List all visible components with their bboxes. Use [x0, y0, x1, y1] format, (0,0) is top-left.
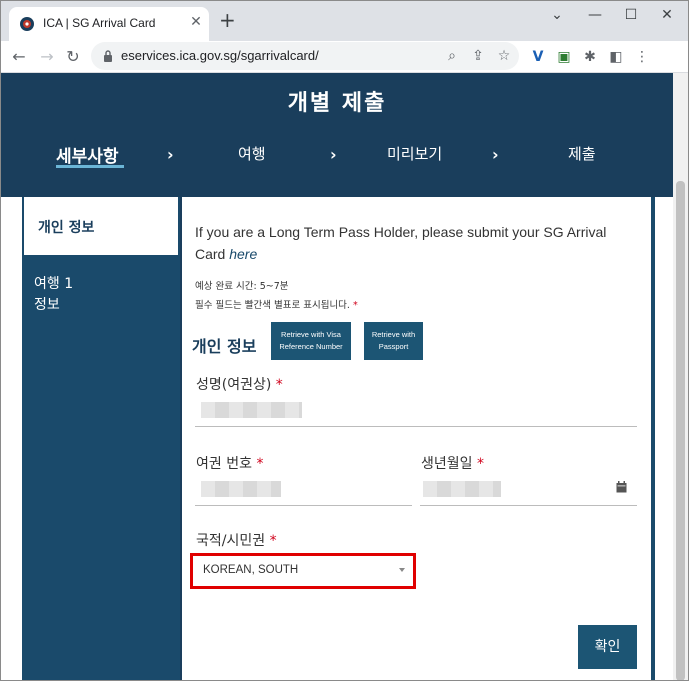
- reload-button[interactable]: ↻: [63, 47, 83, 67]
- lock-icon: [104, 50, 112, 62]
- sidebar-item-personal-info[interactable]: 개인 정보: [24, 197, 178, 255]
- close-button[interactable]: ✕: [653, 5, 681, 25]
- required-note: 필수 필드는 빨간색 별표로 표시됩니다. *: [195, 297, 358, 311]
- retrieve-visa-button[interactable]: Retrieve with Visa Reference Number: [271, 322, 351, 360]
- new-tab-button[interactable]: +: [219, 10, 236, 30]
- long-term-pass-notice: If you are a Long Term Pass Holder, plea…: [195, 221, 635, 265]
- required-asterisk: *: [256, 456, 264, 472]
- step-trip[interactable]: 여행: [238, 143, 266, 164]
- v-extension-icon[interactable]: V: [528, 47, 548, 67]
- highlight-box: [190, 553, 416, 589]
- chevron-down-icon[interactable]: ⌄: [543, 5, 571, 25]
- chevron-right-icon: ›: [167, 145, 174, 164]
- tab-title: ICA | SG Arrival Card: [43, 16, 156, 30]
- confirm-button[interactable]: 확인: [578, 625, 637, 669]
- ica-logo-icon: [20, 17, 34, 31]
- dob-label: 생년월일 *: [421, 453, 484, 473]
- puzzle-icon[interactable]: ✱: [580, 47, 600, 67]
- browser-window: ICA | SG Arrival Card ✕ + ⌄ — ☐ ✕ ← → ↻ …: [0, 0, 689, 681]
- required-asterisk: *: [269, 533, 277, 549]
- dob-label-text: 생년월일: [421, 456, 473, 472]
- back-button[interactable]: ←: [9, 47, 29, 67]
- sidebar-item-label: 개인 정보: [38, 220, 95, 236]
- translate-extension-icon[interactable]: ▣: [554, 47, 574, 67]
- browser-tab[interactable]: ICA | SG Arrival Card ✕: [9, 7, 209, 41]
- share-icon[interactable]: ⇪: [469, 47, 487, 65]
- side-panel-icon[interactable]: ◧: [606, 47, 626, 67]
- scroll-thumb[interactable]: [676, 181, 685, 680]
- step-preview[interactable]: 미리보기: [387, 143, 442, 164]
- sidebar-item-trip-info[interactable]: 여행 1 정보: [34, 274, 114, 316]
- name-label-text: 성명(여권상): [196, 377, 272, 393]
- name-field-redacted[interactable]: [201, 402, 302, 418]
- nationality-label-text: 국적/시민권: [196, 533, 266, 549]
- section-title: 개인 정보: [192, 337, 257, 356]
- estimate-text: 예상 완료 시간: 5~7분: [195, 281, 289, 292]
- name-label: 성명(여권상) *: [196, 374, 283, 394]
- bookmark-star-icon[interactable]: ☆: [495, 47, 513, 65]
- required-asterisk: *: [352, 300, 358, 311]
- passport-field-underline: [195, 505, 412, 506]
- required-asterisk: *: [275, 377, 283, 393]
- sidebar: 개인 정보 여행 1 정보: [22, 197, 180, 680]
- forward-button[interactable]: →: [37, 47, 57, 67]
- active-step-underline: [56, 165, 124, 168]
- step-details[interactable]: 세부사항: [56, 142, 119, 167]
- passport-field-redacted[interactable]: [201, 481, 281, 497]
- passport-label-text: 여권 번호: [196, 456, 252, 472]
- url-text: eservices.ica.gov.sg/sgarrivalcard/: [121, 48, 319, 63]
- retrieve-passport-button[interactable]: Retrieve with Passport: [364, 322, 423, 360]
- address-bar[interactable]: eservices.ica.gov.sg/sgarrivalcard/ ⌕ ⇪ …: [91, 42, 519, 70]
- page-title: 개별 제출: [287, 91, 387, 116]
- dob-field-redacted[interactable]: [423, 481, 501, 497]
- step-submit[interactable]: 제출: [568, 143, 596, 164]
- form-panel: If you are a Long Term Pass Holder, plea…: [182, 197, 651, 680]
- tab-close-icon[interactable]: ✕: [188, 14, 204, 30]
- dob-field-underline: [420, 505, 637, 506]
- tab-strip: ICA | SG Arrival Card ✕ + ⌄ — ☐ ✕: [1, 1, 688, 41]
- here-link[interactable]: here: [229, 246, 257, 262]
- page: 개별 제출 세부사항 › 여행 › 미리보기 › 제출 개인 정보 여행 1 정…: [1, 73, 688, 680]
- divider: [651, 197, 655, 680]
- more-menu-icon[interactable]: ⋮: [632, 47, 652, 67]
- browser-toolbar: ← → ↻ eservices.ica.gov.sg/sgarrivalcard…: [1, 41, 688, 73]
- name-field-underline: [195, 426, 637, 427]
- page-header: 개별 제출 세부사항 › 여행 › 미리보기 › 제출: [1, 73, 673, 197]
- minimize-button[interactable]: —: [581, 5, 609, 25]
- calendar-icon[interactable]: [616, 481, 627, 493]
- chevron-right-icon: ›: [330, 145, 337, 164]
- chevron-right-icon: ›: [492, 145, 499, 164]
- scrollbar[interactable]: [673, 73, 688, 680]
- maximize-button[interactable]: ☐: [617, 5, 645, 25]
- required-asterisk: *: [476, 456, 484, 472]
- nationality-label: 국적/시민권 *: [196, 530, 277, 550]
- required-note-text: 필수 필드는 빨간색 별표로 표시됩니다.: [195, 300, 350, 311]
- passport-label: 여권 번호 *: [196, 453, 263, 473]
- zoom-icon[interactable]: ⌕: [443, 47, 461, 65]
